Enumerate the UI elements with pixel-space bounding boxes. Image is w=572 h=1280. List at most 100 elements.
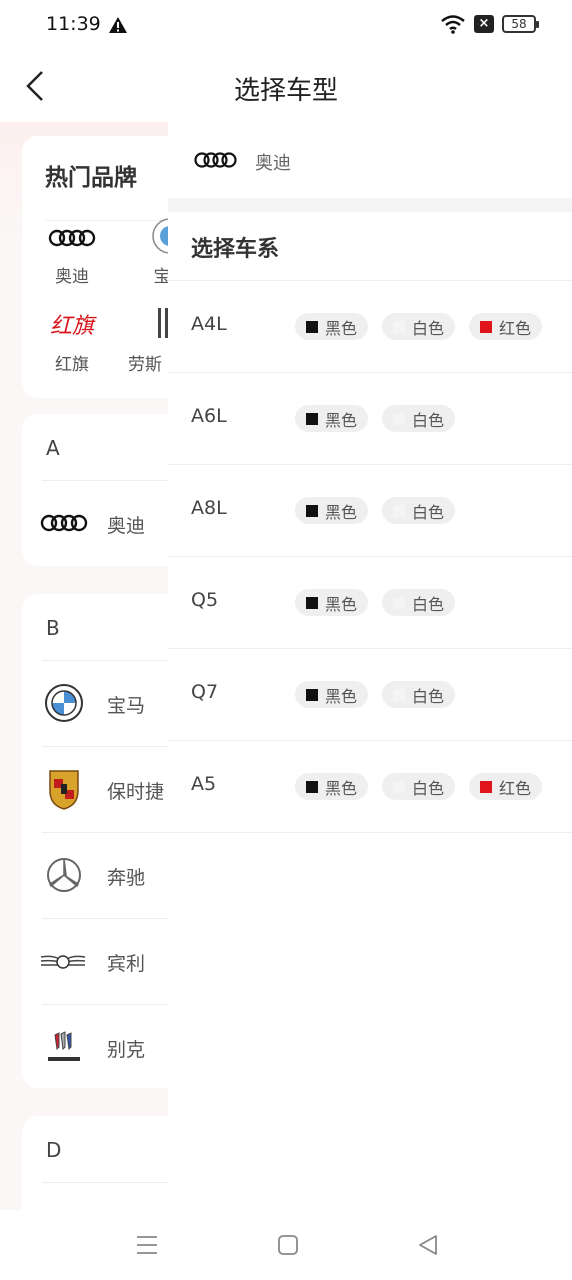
hot-brand-label: 劳斯 (128, 355, 162, 375)
color-chip[interactable]: 黑色 (295, 681, 368, 708)
series-row[interactable]: A8L 黑色 白色 (168, 465, 572, 557)
series-name: A8L (191, 497, 227, 519)
series-row[interactable]: Q7 黑色 白色 (168, 649, 572, 741)
color-options: 黑色 白色 红色 (295, 313, 542, 340)
rollsroyce-logo-icon (158, 308, 168, 338)
color-options: 黑色 白色 (295, 497, 455, 524)
section-letter: B (46, 616, 60, 640)
hot-brand-rollsroyce[interactable]: 劳斯 (122, 308, 168, 375)
hot-brand-label: 红旗 (55, 355, 89, 375)
system-nav-bar (0, 1210, 572, 1280)
series-title: 选择车系 (191, 237, 280, 262)
color-label: 黑色 (325, 502, 358, 522)
home-icon[interactable] (275, 1232, 301, 1258)
color-swatch-icon (393, 320, 405, 333)
color-options: 黑色 白色 红色 (295, 773, 542, 800)
color-chip[interactable]: 白色 (382, 681, 455, 708)
series-name: A5 (191, 773, 217, 795)
audi-logo-icon (40, 514, 88, 532)
color-label: 白色 (412, 686, 445, 706)
back-icon[interactable] (415, 1232, 441, 1258)
color-chip[interactable]: 黑色 (295, 497, 368, 524)
color-label: 黑色 (325, 410, 358, 430)
warning-icon (109, 17, 127, 33)
selected-brand-header: 奥迪 (168, 122, 572, 198)
color-swatch-icon (393, 504, 405, 517)
color-label: 白色 (412, 594, 445, 614)
series-name: A4L (191, 313, 227, 335)
color-chip[interactable]: 黑色 (295, 313, 368, 340)
color-label: 白色 (412, 410, 445, 430)
bentley-logo-icon (40, 955, 86, 969)
status-time: 11:39 (46, 13, 101, 35)
series-drawer: 奥迪 选择车系 A4L 黑色 白色 红色 A6L 黑色 白色 A8L 黑色 白色 Q5 黑色 白色 Q7 黑… (168, 122, 572, 1210)
color-chip[interactable]: 红色 (469, 773, 542, 800)
hot-brands-title: 热门品牌 (45, 165, 137, 191)
wifi-icon (441, 15, 465, 34)
series-name: Q7 (191, 681, 219, 703)
color-label: 黑色 (325, 686, 358, 706)
color-swatch-icon (306, 688, 318, 701)
color-chip[interactable]: 黑色 (295, 405, 368, 432)
color-swatch-icon (306, 412, 318, 425)
color-chip[interactable]: 白色 (382, 405, 455, 432)
color-chip[interactable]: 红色 (469, 313, 542, 340)
series-row[interactable]: A5 黑色 白色 红色 (168, 741, 572, 833)
brand-name: 宝马 (107, 695, 146, 717)
series-row[interactable]: A4L 黑色 白色 红色 (168, 281, 572, 373)
menu-icon[interactable] (134, 1232, 160, 1258)
color-swatch-icon (480, 320, 492, 333)
color-swatch-icon (393, 688, 405, 701)
buick-logo-icon (48, 1031, 80, 1061)
color-swatch-icon (480, 780, 492, 793)
audi-logo-icon (48, 229, 96, 247)
color-swatch-icon (393, 412, 405, 425)
color-chip[interactable]: 黑色 (295, 589, 368, 616)
color-options: 黑色 白色 (295, 681, 455, 708)
mercedes-logo-icon (47, 858, 81, 892)
color-label: 红色 (499, 318, 532, 338)
color-label: 黑色 (325, 594, 358, 614)
color-chip[interactable]: 黑色 (295, 773, 368, 800)
app-screen: 11:39 × 58 选择车型 热门品牌 奥迪 宝 红旗 红旗 劳斯 A 奥迪 … (0, 0, 572, 1280)
nav-bar: 选择车型 (0, 52, 572, 122)
color-chip[interactable]: 白色 (382, 589, 455, 616)
hot-brand-audi[interactable]: 奥迪 (22, 228, 122, 287)
audi-logo-icon (194, 152, 237, 168)
hongqi-logo-icon: 红旗 (49, 314, 94, 339)
color-chip[interactable]: 白色 (382, 773, 455, 800)
section-letter: A (46, 436, 60, 460)
brand-name: 别克 (107, 1039, 146, 1061)
color-chip[interactable]: 白色 (382, 313, 455, 340)
series-row[interactable]: Q5 黑色 白色 (168, 557, 572, 649)
color-chip[interactable]: 白色 (382, 497, 455, 524)
color-swatch-icon (306, 504, 318, 517)
status-bar: 11:39 × 58 (0, 0, 572, 52)
color-options: 黑色 白色 (295, 405, 455, 432)
color-label: 白色 (412, 502, 445, 522)
brand-name: 奥迪 (107, 515, 146, 537)
page-title: 选择车型 (233, 76, 338, 106)
sim-off-icon: × (474, 15, 494, 33)
color-swatch-icon (393, 596, 405, 609)
hot-brand-label: 奥迪 (55, 267, 89, 287)
divider (168, 198, 572, 212)
color-swatch-icon (306, 596, 318, 609)
brand-name: 宾利 (107, 953, 146, 975)
color-label: 红色 (499, 778, 532, 798)
hot-brand-label: 宝 (153, 267, 171, 287)
hot-brand-hongqi[interactable]: 红旗 红旗 (22, 308, 122, 375)
color-options: 黑色 白色 (295, 589, 455, 616)
color-label: 黑色 (325, 318, 358, 338)
series-row[interactable]: A6L 黑色 白色 (168, 373, 572, 465)
color-swatch-icon (306, 780, 318, 793)
color-label: 白色 (412, 778, 445, 798)
series-name: A6L (191, 405, 227, 427)
brand-name: 奔驰 (107, 867, 146, 889)
porsche-logo-icon (49, 770, 79, 810)
section-letter: D (46, 1138, 62, 1162)
battery-indicator: 58 (502, 15, 539, 33)
color-swatch-icon (306, 320, 318, 333)
selected-brand-name: 奥迪 (255, 153, 291, 174)
hot-brand-bmw[interactable]: 宝 (112, 216, 188, 287)
